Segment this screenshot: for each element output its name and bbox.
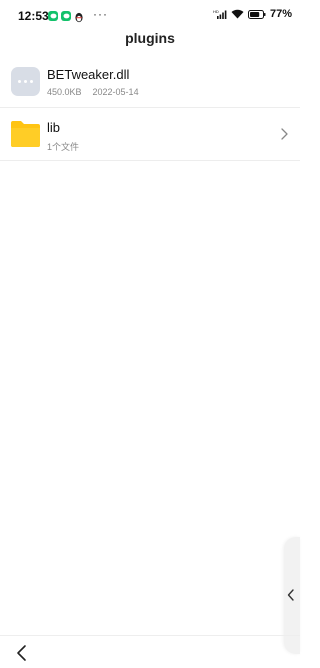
file-list: BETweaker.dll 450.0KB 2022-05-14 lib 1个文件 xyxy=(0,55,300,161)
more-notifications-icon: ··· xyxy=(93,6,108,21)
svg-text:HD: HD xyxy=(213,9,219,14)
file-date: 2022-05-14 xyxy=(92,87,139,97)
wifi-icon xyxy=(231,9,244,19)
folder-meta: 1个文件 xyxy=(47,142,80,152)
battery-icon xyxy=(247,9,266,19)
bottom-navigation xyxy=(0,635,300,668)
list-item-lib-folder[interactable]: lib 1个文件 xyxy=(0,108,300,161)
chevron-right-icon xyxy=(281,128,288,140)
system-status-icons: HD 77% xyxy=(213,8,292,20)
file-size: 450.0KB xyxy=(47,87,82,97)
wechat-icon xyxy=(48,10,58,21)
page-title: plugins xyxy=(125,30,175,46)
file-name: BETweaker.dll xyxy=(47,67,130,82)
wechat-icon xyxy=(61,10,71,21)
folder-name: lib xyxy=(47,120,61,135)
dll-file-icon xyxy=(11,67,40,96)
list-item-betweaker-dll[interactable]: BETweaker.dll 450.0KB 2022-05-14 xyxy=(0,55,300,108)
battery-percent: 77% xyxy=(269,8,292,20)
status-bar: 12:53 ··· HD 77% xyxy=(0,0,300,32)
qq-icon xyxy=(74,10,84,23)
file-meta: 450.0KB 2022-05-14 xyxy=(47,87,139,97)
notification-icons: ··· xyxy=(48,6,108,23)
back-arrow-icon[interactable] xyxy=(13,644,31,662)
folder-icon xyxy=(11,120,40,149)
signal-icon: HD xyxy=(213,9,227,19)
status-time: 12:53 xyxy=(18,9,49,23)
chevron-left-icon xyxy=(287,589,294,601)
